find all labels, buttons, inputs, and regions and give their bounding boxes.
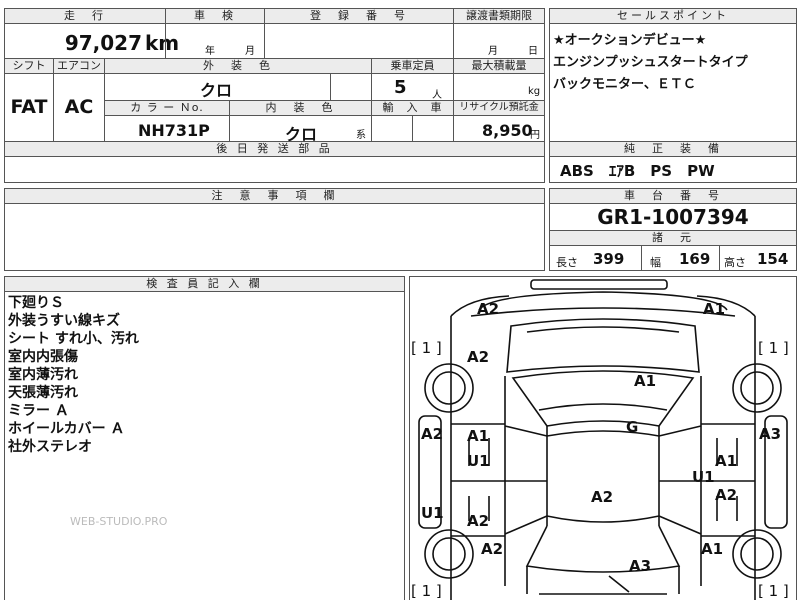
length-value: 399	[593, 250, 625, 268]
inspector-line: 室内薄汚れ	[8, 367, 78, 383]
dimensions-header: 諸 元	[549, 230, 797, 246]
mark-right-front-door-lower: U1	[692, 468, 715, 486]
mark-left-front-door: A1	[467, 427, 490, 445]
mark-roof: A2	[591, 488, 614, 506]
chassis-number: GR1-1007394	[597, 205, 749, 229]
mark-hood: A1	[634, 372, 657, 390]
width-label: 幅	[650, 256, 661, 269]
mark-right-rear-door: A2	[715, 486, 738, 504]
mark-front-right-corner: A1	[703, 300, 726, 318]
mark-trunk: A3	[629, 557, 652, 575]
shift-value: FAT	[10, 96, 48, 118]
bracket-top-right: [ 1 ]	[758, 339, 789, 357]
later-parts-area	[4, 156, 545, 183]
transfer-month-unit: 月	[488, 46, 498, 57]
height-label: 高さ	[724, 256, 746, 269]
color-no-value: NH731P	[138, 121, 210, 140]
mark-left-front-door-lower: U1	[467, 452, 490, 470]
mark-windshield: G	[626, 418, 639, 436]
inspection-month-unit: 月	[245, 46, 255, 57]
header-registration: 登 録 番 号	[264, 8, 454, 24]
interior-color-suffix: 系	[356, 130, 366, 141]
capacity-unit: 人	[432, 90, 442, 101]
header-exterior-color: 外 装 色	[104, 58, 372, 74]
inspector-line: 下廻りＳ	[8, 295, 64, 311]
mark-front-left-corner: A2	[477, 300, 500, 318]
width-value: 169	[679, 250, 711, 268]
recycle-value: 8,950	[482, 121, 533, 140]
chassis-header: 車 台 番 号	[549, 188, 797, 204]
inspector-notes: 下廻りＳ 外装うすい線キズ シート すれ小、汚れ 室内内張傷 室内薄汚れ 天張薄…	[8, 294, 139, 456]
header-later-parts: 後 日 発 送 部 品	[4, 141, 545, 157]
header-shift: シフト	[4, 58, 54, 74]
equipment-header: 純 正 装 備	[549, 141, 797, 157]
inspector-line: ホイールカバー Ａ	[8, 421, 125, 437]
watermark: WEB-STUDIO.PRO	[70, 515, 168, 528]
recycle-unit: 円	[530, 130, 540, 141]
mark-right-side-edge: A3	[759, 425, 782, 443]
mark-left-sill: U1	[421, 504, 444, 522]
header-interior-color: 内 装 色	[229, 100, 372, 116]
sales-point-header: セールスポイント	[549, 8, 797, 24]
bracket-bottom-left: [ 1 ]	[411, 582, 442, 600]
capacity-value: 5	[394, 77, 407, 98]
mark-right-rear-fender: A1	[701, 540, 724, 558]
sales-point-list: ★オークションデビュー★ エンジンプッシュスタートタイプ バックモニター、ＥＴＣ	[553, 30, 748, 96]
height-value: 154	[757, 250, 789, 268]
inspector-line: 天張薄汚れ	[8, 385, 78, 401]
bracket-top-left: [ 1 ]	[411, 339, 442, 357]
header-import: 輸 入 車	[371, 100, 454, 116]
aircon-value: AC	[64, 96, 94, 118]
inspector-line: シート すれ小、汚れ	[8, 331, 139, 347]
header-mileage: 走 行	[4, 8, 166, 24]
mileage-unit: km	[145, 31, 180, 55]
inspector-header: 検 査 員 記 入 欄	[4, 276, 405, 292]
mark-left-front-fender: A2	[467, 348, 490, 366]
mark-left-rear-fender: A2	[481, 540, 504, 558]
sales-point-line: エンジンプッシュスタートタイプ	[553, 55, 748, 70]
bracket-bottom-right: [ 1 ]	[758, 582, 789, 600]
notes-header: 注 意 事 項 欄	[4, 188, 545, 204]
sales-point-line: バックモニター、ＥＴＣ	[553, 77, 696, 92]
mileage-value: 97,027	[64, 31, 142, 55]
header-inspection: 車 検	[165, 8, 265, 24]
exterior-color-value: クロ	[200, 81, 233, 100]
equipment-value: ABS ｴｱB PS PW	[560, 162, 715, 180]
header-transfer-deadline: 譲渡書類期限	[453, 8, 545, 24]
header-aircon: エアコン	[53, 58, 105, 74]
inspector-line: ミラー Ａ	[8, 403, 69, 419]
mark-left-side-edge: A2	[421, 425, 444, 443]
header-recycle: リサイクル預託金	[453, 100, 545, 116]
header-capacity: 乗車定員	[371, 58, 454, 74]
inspector-line: 社外ステレオ	[8, 439, 92, 455]
header-max-load: 最大積載量	[453, 58, 545, 74]
mark-left-rear-door: A2	[467, 512, 490, 530]
length-label: 長さ	[556, 256, 578, 269]
max-load-unit: kg	[528, 86, 541, 97]
transfer-day-unit: 日	[528, 46, 538, 57]
vehicle-info-table	[4, 8, 545, 142]
mark-right-front-door: A1	[715, 452, 738, 470]
inspector-line: 室内内張傷	[8, 349, 78, 365]
inspector-line: 外装うすい線キズ	[8, 313, 120, 329]
inspection-year-unit: 年	[205, 46, 215, 57]
sales-point-line: ★オークションデビュー★	[553, 33, 707, 48]
header-color-no: カ ラ ー Ｎo.	[104, 100, 230, 116]
